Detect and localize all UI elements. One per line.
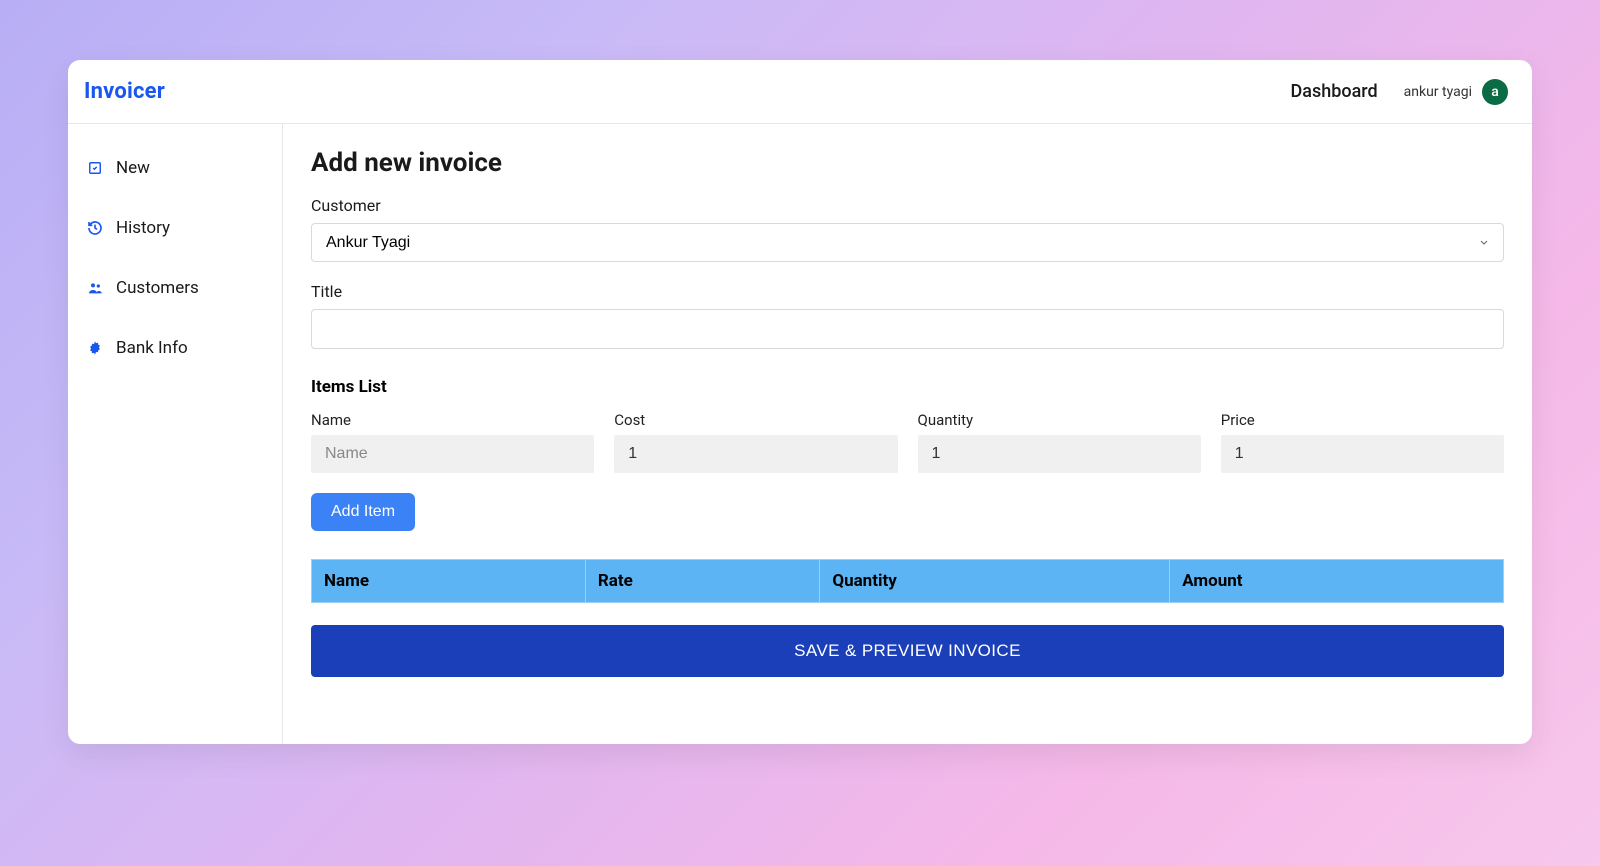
item-cost-input[interactable] xyxy=(614,435,897,473)
sidebar-item-history[interactable]: History xyxy=(82,208,268,248)
sidebar-item-label: Bank Info xyxy=(116,338,188,358)
app-card: Invoicer Dashboard ankur tyagi a New His… xyxy=(68,60,1532,744)
user-name: ankur tyagi xyxy=(1404,84,1472,100)
sidebar-item-bank-info[interactable]: Bank Info xyxy=(82,328,268,368)
customer-select[interactable]: Ankur Tyagi xyxy=(311,223,1504,262)
item-quantity-col: Quantity xyxy=(918,411,1201,473)
table-header-amount: Amount xyxy=(1170,560,1504,603)
sidebar-item-label: New xyxy=(116,158,150,178)
items-heading: Items List xyxy=(311,377,1504,397)
item-quantity-label: Quantity xyxy=(918,411,1201,429)
sidebar-item-label: History xyxy=(116,218,170,238)
title-label: Title xyxy=(311,282,1504,301)
item-name-label: Name xyxy=(311,411,594,429)
sidebar-item-new[interactable]: New xyxy=(82,148,268,188)
customers-icon xyxy=(86,279,104,297)
item-price-label: Price xyxy=(1221,411,1504,429)
item-price-input[interactable] xyxy=(1221,435,1504,473)
avatar: a xyxy=(1482,79,1508,105)
brand-logo[interactable]: Invoicer xyxy=(84,79,165,104)
customer-select-wrap: Ankur Tyagi xyxy=(311,223,1504,262)
item-name-col: Name xyxy=(311,411,594,473)
items-table: Name Rate Quantity Amount xyxy=(311,559,1504,603)
add-item-button[interactable]: Add Item xyxy=(311,493,415,531)
table-header-rate: Rate xyxy=(585,560,819,603)
page-title: Add new invoice xyxy=(311,148,1504,178)
title-input[interactable] xyxy=(311,309,1504,349)
items-input-row: Name Cost Quantity Price xyxy=(311,411,1504,473)
sidebar: New History Customers Bank Info xyxy=(68,124,283,744)
new-icon xyxy=(86,159,104,177)
gear-icon xyxy=(86,339,104,357)
item-cost-col: Cost xyxy=(614,411,897,473)
topbar-right: Dashboard ankur tyagi a xyxy=(1291,79,1508,105)
dashboard-link[interactable]: Dashboard xyxy=(1291,81,1378,102)
table-header-quantity: Quantity xyxy=(820,560,1170,603)
history-icon xyxy=(86,219,104,237)
sidebar-item-customers[interactable]: Customers xyxy=(82,268,268,308)
body: New History Customers Bank Info xyxy=(68,124,1532,744)
topbar: Invoicer Dashboard ankur tyagi a xyxy=(68,60,1532,124)
item-price-col: Price xyxy=(1221,411,1504,473)
item-quantity-input[interactable] xyxy=(918,435,1201,473)
item-cost-label: Cost xyxy=(614,411,897,429)
save-preview-button[interactable]: SAVE & PREVIEW INVOICE xyxy=(311,625,1504,677)
customer-label: Customer xyxy=(311,196,1504,215)
main-content: Add new invoice Customer Ankur Tyagi Tit… xyxy=(283,124,1532,744)
sidebar-item-label: Customers xyxy=(116,278,199,298)
table-header-row: Name Rate Quantity Amount xyxy=(312,560,1504,603)
user-chip[interactable]: ankur tyagi a xyxy=(1404,79,1508,105)
item-name-input[interactable] xyxy=(311,435,594,473)
table-header-name: Name xyxy=(312,560,586,603)
